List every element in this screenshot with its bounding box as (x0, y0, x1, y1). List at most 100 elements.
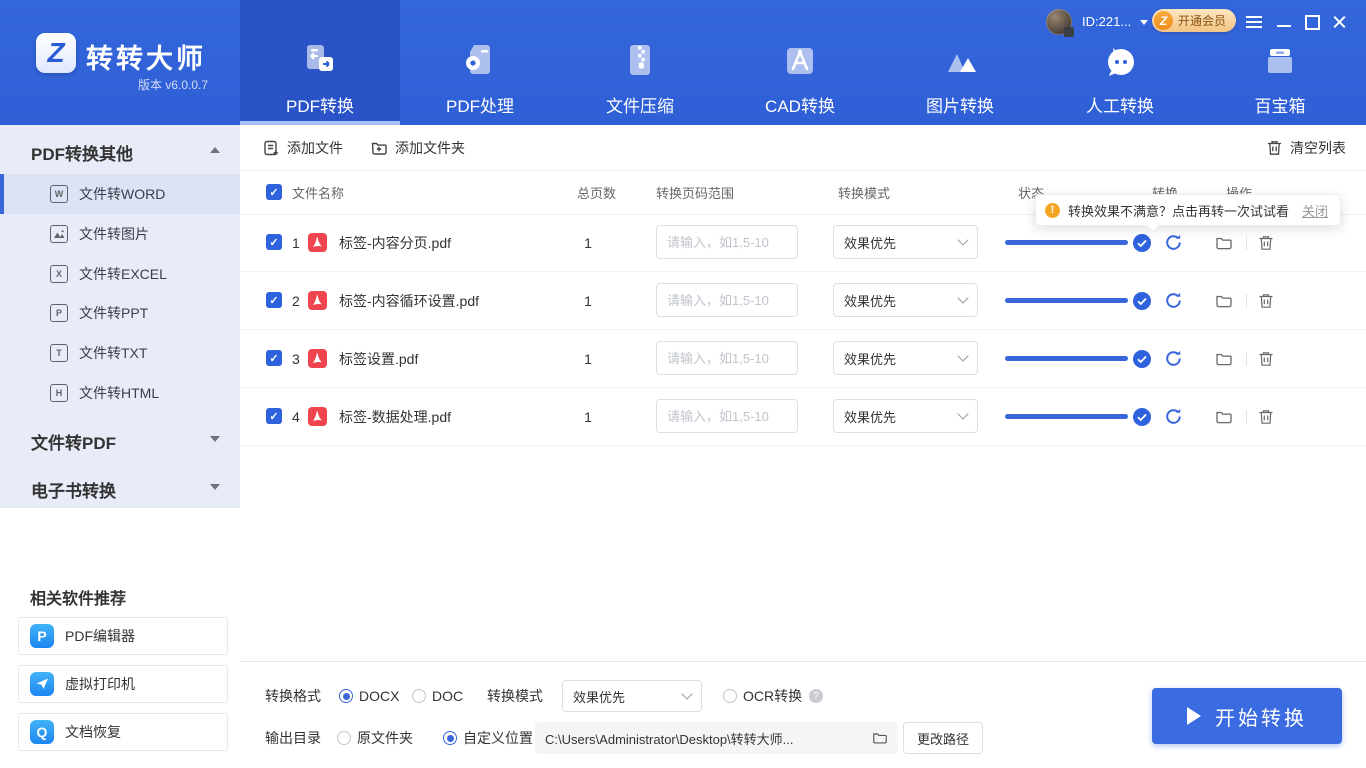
recommend-item-pdf-editor[interactable]: P PDF编辑器 (18, 617, 228, 655)
success-check-icon (1133, 234, 1151, 252)
sidebar-item-file-to-ppt[interactable]: P 文件转PPT (0, 293, 240, 333)
radio-ocr-label[interactable]: OCR转换 (743, 680, 802, 712)
app-window: Z 转转大师 版本 v6.0.0.7 PDF转换 PDF处理 文件压缩 CAD转… (0, 0, 1366, 768)
expand-arrow-icon (210, 484, 220, 490)
change-path-label: 更改路径 (917, 731, 970, 747)
user-dropdown-caret-icon[interactable] (1140, 20, 1148, 29)
col-page-range: 转换页码范围 (656, 186, 735, 201)
row-checkbox[interactable] (266, 350, 282, 366)
open-folder-icon[interactable] (1215, 408, 1233, 426)
image-file-icon (50, 225, 68, 243)
page-count: 1 (584, 408, 592, 425)
add-file-button[interactable]: 添加文件 (262, 137, 343, 159)
sidebar-item-file-to-image[interactable]: 文件转图片 (0, 214, 240, 254)
radio-original-folder[interactable] (337, 722, 351, 754)
open-folder-icon[interactable] (1215, 350, 1233, 368)
radio-docx[interactable] (339, 680, 353, 712)
recommend-item-virtual-printer[interactable]: 虚拟打印机 (18, 665, 228, 703)
clear-list-button[interactable]: 清空列表 (1266, 137, 1346, 159)
menu-button[interactable] (1245, 13, 1263, 31)
recommend-item-label: PDF编辑器 (65, 628, 135, 644)
tooltip-close-link[interactable]: 关闭 (1302, 201, 1328, 220)
row-checkbox[interactable] (266, 408, 282, 424)
html-file-icon: H (50, 384, 68, 402)
nav-tab-label: 人工转换 (1086, 97, 1154, 116)
app-logo-icon: Z (36, 33, 76, 73)
word-file-icon: W (50, 185, 68, 203)
mode-select[interactable]: 效果优先 (833, 399, 978, 433)
retry-refresh-icon[interactable] (1164, 233, 1183, 252)
retry-refresh-icon[interactable] (1164, 349, 1183, 368)
sidebar-group-pdf-convert-other[interactable]: PDF转换其他 (0, 132, 240, 168)
select-all-checkbox[interactable] (266, 184, 282, 200)
maximize-button[interactable] (1303, 13, 1321, 31)
pdf-file-icon (308, 233, 327, 252)
pdf-process-icon (466, 45, 490, 74)
action-divider (1246, 352, 1247, 366)
delete-row-icon[interactable] (1257, 408, 1275, 426)
nav-tab-cad-convert[interactable]: CAD转换 (720, 0, 880, 125)
nav-tab-label: 百宝箱 (1254, 97, 1306, 116)
file-compress-icon (630, 45, 650, 75)
start-convert-button[interactable]: 开始转换 (1152, 688, 1342, 744)
radio-custom-location-label[interactable]: 自定义位置 (463, 722, 533, 754)
sidebar-item-label: 文件转TXT (79, 345, 148, 361)
row-checkbox[interactable] (266, 292, 282, 308)
row-index: 4 (292, 408, 300, 425)
nav-tab-pdf-convert[interactable]: PDF转换 (240, 0, 400, 125)
user-id-label[interactable]: ID:221... (1082, 14, 1131, 29)
nav-tab-file-compress[interactable]: 文件压缩 (560, 0, 720, 125)
mode-select[interactable]: 效果优先 (833, 225, 978, 259)
progress-bar (1005, 240, 1128, 245)
ocr-help-icon[interactable] (809, 680, 823, 712)
page-range-input[interactable] (656, 341, 798, 375)
vip-upgrade-badge[interactable]: Z 开通会员 (1152, 9, 1237, 32)
page-range-input[interactable] (656, 225, 798, 259)
sidebar-item-file-to-txt[interactable]: T 文件转TXT (0, 333, 240, 373)
radio-custom-location[interactable] (443, 722, 457, 754)
footer-mode-select[interactable]: 效果优先 (562, 680, 702, 712)
recommend-item-doc-recovery[interactable]: Q 文档恢复 (18, 713, 228, 751)
page-range-input[interactable] (656, 283, 798, 317)
add-folder-button[interactable]: 添加文件夹 (370, 137, 465, 159)
output-path-field[interactable]: C:\Users\Administrator\Desktop\转转大师... (535, 722, 898, 754)
nav-tab-image-convert[interactable]: 图片转换 (880, 0, 1040, 125)
sidebar-group-file-to-pdf[interactable]: 文件转PDF (0, 421, 240, 457)
row-checkbox[interactable] (266, 234, 282, 250)
add-file-label: 添加文件 (287, 140, 343, 156)
radio-ocr[interactable] (723, 680, 737, 712)
radio-doc-label[interactable]: DOC (432, 680, 463, 712)
radio-docx-label[interactable]: DOCX (359, 680, 399, 712)
browse-folder-icon[interactable] (872, 730, 888, 746)
file-name: 标签-数据处理.pdf (339, 408, 452, 425)
retry-refresh-icon[interactable] (1164, 291, 1183, 310)
mode-select[interactable]: 效果优先 (833, 341, 978, 375)
open-folder-icon[interactable] (1215, 234, 1233, 252)
close-button[interactable] (1330, 13, 1348, 31)
nav-tab-pdf-process[interactable]: PDF处理 (400, 0, 560, 125)
page-range-input[interactable] (656, 399, 798, 433)
file-name: 标签-内容分页.pdf (339, 234, 452, 251)
start-convert-label: 开始转换 (1215, 707, 1307, 730)
open-folder-icon[interactable] (1215, 292, 1233, 310)
radio-doc[interactable] (412, 680, 426, 712)
radio-original-folder-label[interactable]: 原文件夹 (357, 722, 413, 754)
nav-tab-label: CAD转换 (765, 97, 835, 116)
sidebar-item-file-to-excel[interactable]: X 文件转EXCEL (0, 254, 240, 294)
chevron-down-icon (957, 350, 969, 362)
file-list: 1 标签-内容分页.pdf 1 效果优先 (240, 214, 1366, 446)
delete-row-icon[interactable] (1257, 234, 1275, 252)
minimize-button[interactable] (1275, 13, 1293, 31)
sidebar-group-ebook-convert[interactable]: 电子书转换 (0, 469, 240, 505)
nav-tab-label: PDF转换 (286, 97, 354, 116)
recommend-title: 相关软件推荐 (30, 591, 127, 608)
user-avatar[interactable] (1046, 9, 1074, 37)
retry-refresh-icon[interactable] (1164, 407, 1183, 426)
change-path-button[interactable]: 更改路径 (903, 722, 984, 754)
delete-row-icon[interactable] (1257, 292, 1275, 310)
mode-select[interactable]: 效果优先 (833, 283, 978, 317)
sidebar-item-file-to-html[interactable]: H 文件转HTML (0, 373, 240, 413)
vip-badge-label: 开通会员 (1178, 14, 1227, 28)
sidebar-item-file-to-word[interactable]: W 文件转WORD (0, 174, 240, 214)
delete-row-icon[interactable] (1257, 350, 1275, 368)
